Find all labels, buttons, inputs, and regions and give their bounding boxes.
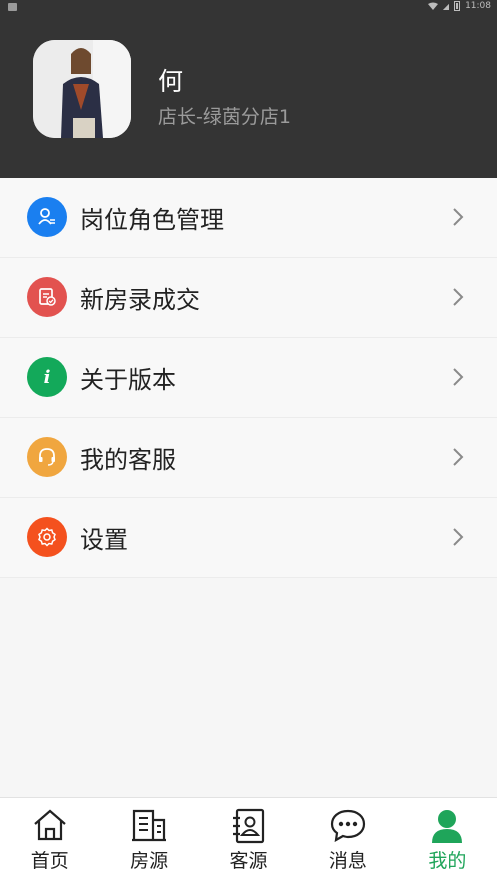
menu-item-label: 关于版本: [80, 366, 176, 394]
tab-label: 我的: [428, 850, 467, 872]
contact-book-icon: [232, 808, 264, 844]
user-role: 店长-绿茵分店1: [158, 106, 291, 128]
tab-label: 房源: [130, 850, 169, 872]
menu-item-label: 岗位角色管理: [80, 206, 224, 234]
gear-icon: [27, 517, 67, 557]
menu-item-new-house-deal[interactable]: 新房录成交: [0, 258, 497, 338]
building-icon: [132, 809, 167, 842]
chevron-right-icon: [453, 288, 464, 306]
menu-item-label: 设置: [80, 526, 128, 554]
menu-item-settings[interactable]: 设置: [0, 498, 497, 578]
chevron-right-icon: [453, 368, 464, 386]
wifi-icon: [427, 2, 438, 10]
status-time: 11:08: [465, 1, 491, 11]
headset-icon: [27, 437, 67, 477]
home-icon: [33, 809, 66, 841]
user-name: 何: [158, 67, 184, 96]
avatar[interactable]: [33, 40, 131, 138]
bottom-tab-bar: 首页 房源 客源 消息 我的: [0, 797, 497, 883]
person-icon: [432, 810, 463, 843]
menu-item-label: 新房录成交: [80, 286, 200, 314]
chat-bubble-icon: [330, 809, 366, 842]
chevron-right-icon: [453, 208, 464, 226]
tab-home[interactable]: 首页: [0, 798, 99, 883]
profile-header: ◢ 11:08 何 店长-绿茵分店1: [0, 0, 497, 178]
menu-item-about-version[interactable]: i 关于版本: [0, 338, 497, 418]
person-role-icon: [27, 197, 67, 237]
document-check-icon: [27, 277, 67, 317]
menu-list: 岗位角色管理 新房录成交 i 关于版本 我的客服 设置: [0, 178, 497, 578]
tab-label: 首页: [30, 850, 69, 872]
info-icon: i: [27, 357, 67, 397]
tab-clients[interactable]: 客源: [199, 798, 298, 883]
tab-label: 消息: [328, 850, 367, 872]
tab-listings[interactable]: 房源: [99, 798, 198, 883]
tab-mine[interactable]: 我的: [398, 798, 497, 883]
avatar-photo: [33, 40, 131, 138]
status-bar: ◢ 11:08: [0, 0, 497, 14]
tab-label: 客源: [229, 850, 268, 872]
menu-item-role-management[interactable]: 岗位角色管理: [0, 178, 497, 258]
menu-item-label: 我的客服: [80, 446, 176, 474]
menu-item-customer-service[interactable]: 我的客服: [0, 418, 497, 498]
chevron-right-icon: [453, 528, 464, 546]
chevron-right-icon: [453, 448, 464, 466]
notification-icon: [8, 3, 17, 11]
tab-messages[interactable]: 消息: [298, 798, 397, 883]
signal-icon: ◢: [442, 1, 450, 11]
battery-icon: [454, 1, 461, 11]
